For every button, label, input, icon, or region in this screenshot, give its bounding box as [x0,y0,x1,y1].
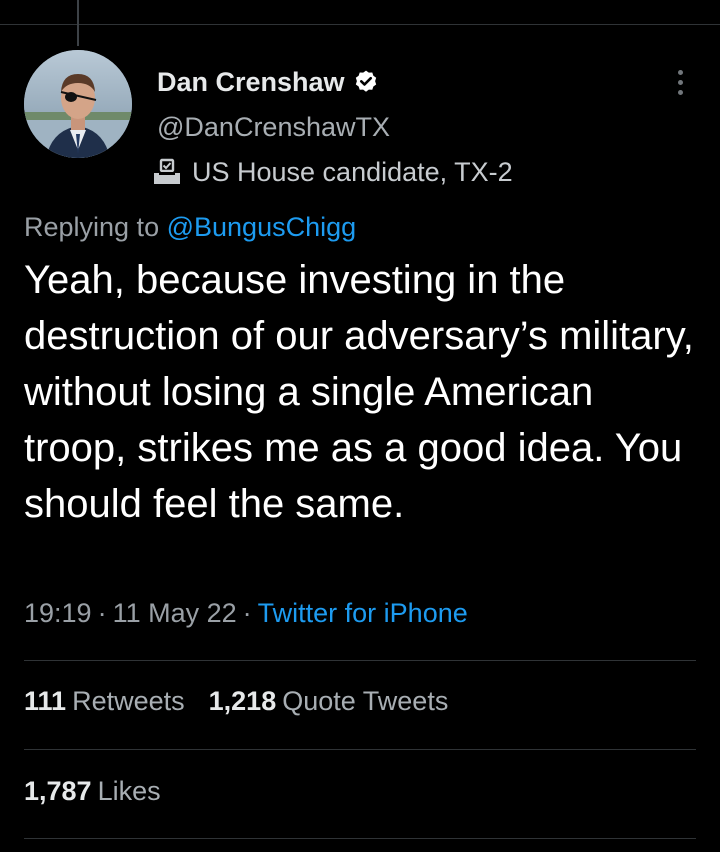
likes-row: 1,787 Likes [24,776,185,807]
divider [24,838,696,839]
tweet-time[interactable]: 19:19 [24,598,92,628]
replying-to: Replying to @BungusChigg [24,212,356,243]
thread-connector-line [77,0,79,46]
more-options-button[interactable] [664,62,696,102]
divider [24,660,696,661]
tweet-date[interactable]: 11 May 22 [113,598,237,628]
more-vertical-icon-dot [677,79,683,85]
likes-label: Likes [97,776,161,806]
tweet-metadata: 19:19 · 11 May 22 · Twitter for iPhone [24,598,468,629]
likes-count: 1,787 [24,776,92,806]
verified-badge-icon [355,70,376,92]
display-name[interactable]: Dan Crenshaw [157,67,345,98]
quote-tweets-stat[interactable]: 1,218 Quote Tweets [209,686,449,717]
affiliation-label: US House candidate, TX-2 [151,153,513,191]
tweet-text: Yeah, because investing in the destructi… [24,258,694,526]
divider [24,749,696,750]
user-handle[interactable]: @DanCrenshawTX [157,112,390,143]
separator: · [97,598,107,628]
retweets-count: 111 [24,686,67,716]
tweet-source-link[interactable]: Twitter for iPhone [258,598,468,628]
top-divider [0,24,720,25]
retweets-label: Retweets [72,686,185,716]
quote-tweets-label: Quote Tweets [282,686,449,716]
retweets-stat[interactable]: 111 Retweets [24,686,185,717]
replying-to-mention[interactable]: @BungusChigg [167,212,357,242]
more-vertical-icon-dot [677,89,683,95]
likes-stat[interactable]: 1,787 Likes [24,776,161,807]
engagement-stats: 111 Retweets 1,218 Quote Tweets [24,686,472,717]
quote-tweets-count: 1,218 [208,686,277,716]
user-name-row: Dan Crenshaw [157,62,379,102]
separator: · [242,598,252,628]
avatar[interactable] [24,50,132,158]
ballot-box-icon [154,158,180,184]
replying-to-prefix: Replying to [24,212,160,242]
avatar-image [24,50,132,158]
more-vertical-icon [677,69,683,75]
affiliation-label-text: US House candidate, TX-2 [192,156,513,187]
